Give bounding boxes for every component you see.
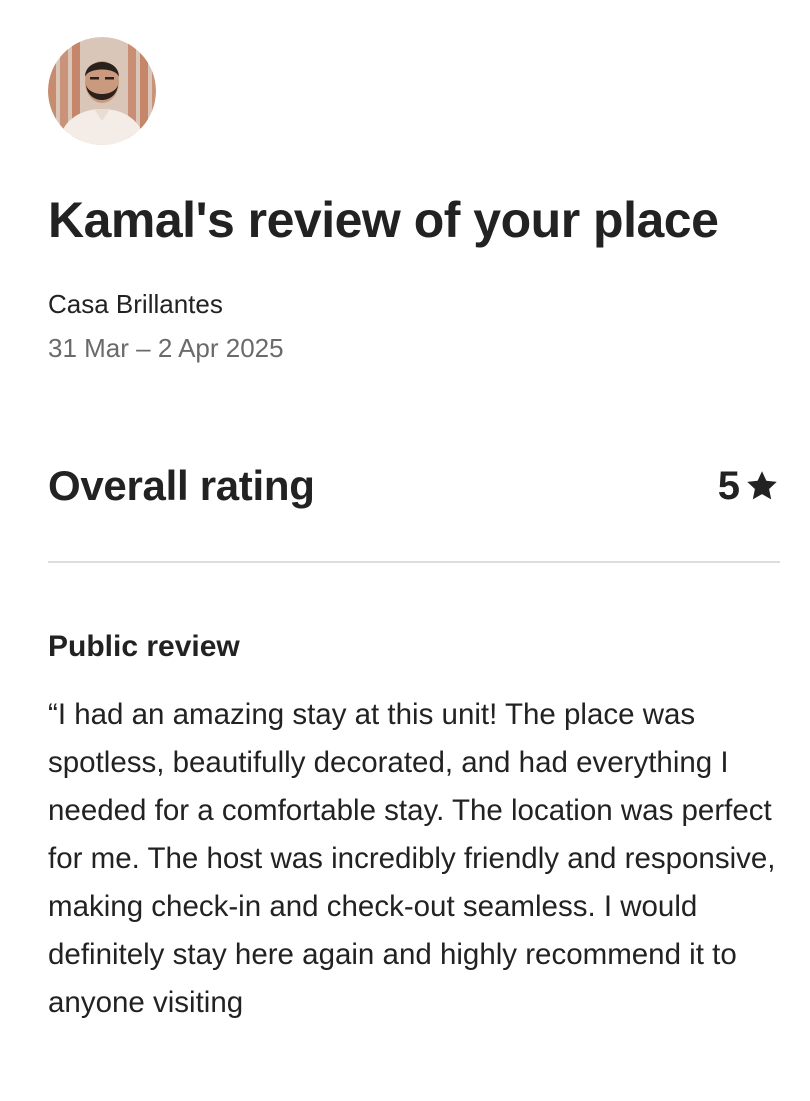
guest-avatar[interactable] — [48, 37, 156, 145]
public-review-text: “I had an amazing stay at this unit! The… — [48, 698, 776, 1019]
avatar-photo-icon — [48, 37, 156, 145]
review-page: Kamal's review of your place Casa Brilla… — [0, 0, 810, 1101]
section-divider — [48, 561, 780, 563]
stay-dates: 31 Mar – 2 Apr 2025 — [48, 333, 284, 363]
star-icon — [747, 471, 777, 500]
page-title: Kamal's review of your place — [48, 192, 719, 248]
overall-rating-value: 5 — [718, 458, 780, 514]
listing-name: Casa Brillantes — [48, 289, 223, 319]
overall-rating-label: Overall rating — [48, 462, 315, 509]
public-review-label: Public review — [48, 630, 240, 663]
rating-number: 5 — [717, 464, 740, 508]
